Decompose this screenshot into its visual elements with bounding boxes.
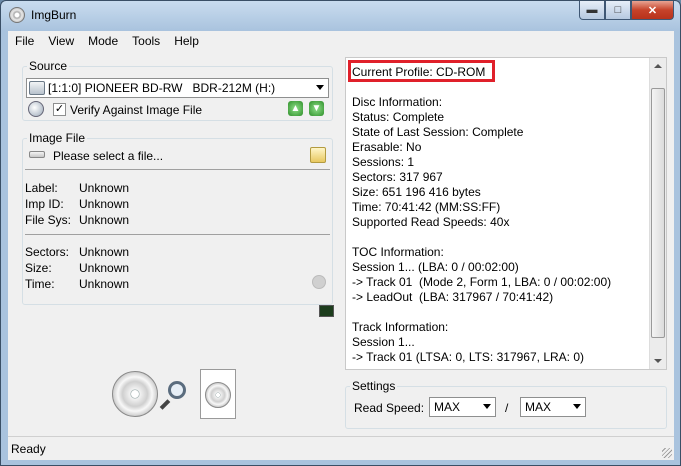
read-speed-label: Read Speed:: [354, 401, 425, 415]
chevron-down-icon: [483, 404, 491, 409]
info-line: Session 1...: [352, 335, 415, 349]
impid-field-value: Unknown: [79, 197, 130, 211]
source-legend: Source: [29, 59, 68, 73]
window-title: ImgBurn: [31, 8, 77, 22]
imgburn-app-icon: [9, 7, 25, 23]
source-drive-select[interactable]: [1:1:0] PIONEER BD-RW BDR-212M (H:): [26, 78, 329, 98]
info-line: Disc Information:: [352, 95, 443, 109]
chevron-down-icon: [316, 85, 324, 90]
filesys-field-label: File Sys:: [25, 213, 72, 227]
divider: [25, 169, 330, 170]
info-line: Sectors: 317 967: [352, 170, 443, 184]
file-disc-icon: [205, 382, 231, 408]
maximize-icon: □: [614, 4, 622, 16]
filesys-field-value: Unknown: [79, 213, 130, 227]
close-button[interactable]: ✕: [631, 1, 674, 20]
current-profile-text: Current Profile: CD-ROM: [352, 65, 486, 79]
magnifier-handle: [159, 399, 171, 410]
menu-bar: File View Mode Tools Help: [8, 31, 674, 51]
image-file-legend: Image File: [29, 131, 86, 145]
size-field-label: Size:: [25, 261, 52, 275]
sectors-field-value: Unknown: [79, 245, 130, 259]
menu-help[interactable]: Help: [167, 34, 206, 48]
drive-icon: [29, 81, 45, 95]
read-speed-1-value: MAX: [434, 400, 461, 414]
scroll-thumb[interactable]: [651, 88, 665, 338]
disc-icon: [112, 371, 158, 417]
read-button[interactable]: [112, 369, 240, 419]
file-drive-icon: [29, 151, 45, 158]
imgburn-window: ImgBurn ▬ □ ✕ File View Mode Tools Help …: [0, 0, 681, 466]
minimize-button[interactable]: ▬: [579, 1, 605, 20]
main-client-area: Source [1:1:0] PIONEER BD-RW BDR-212M (H…: [8, 51, 674, 436]
scroll-down-icon[interactable]: [654, 359, 662, 363]
disc-info-panel[interactable]: Current Profile: CD-ROM Disc Information:…: [345, 57, 667, 370]
label-field-value: Unknown: [79, 181, 130, 195]
verify-checkbox[interactable]: ✓: [53, 103, 66, 116]
info-line: Time: 70:41:42 (MM:SS:FF): [352, 200, 501, 214]
file-placeholder[interactable]: Please select a file...: [53, 149, 163, 163]
info-line: State of Last Session: Complete: [352, 125, 524, 139]
scroll-up-icon[interactable]: [654, 64, 662, 68]
sectors-field-label: Sectors:: [25, 245, 70, 259]
info-line: -> LeadOut (LBA: 317967 / 70:41:42): [352, 290, 554, 304]
close-icon: ✕: [647, 4, 658, 17]
minimize-icon: ▬: [586, 4, 598, 16]
load-down-icon[interactable]: ▼: [309, 101, 324, 116]
info-line: Sessions: 1: [352, 155, 415, 169]
status-bar: Ready: [8, 436, 674, 460]
info-line: Size: 651 196 416 bytes: [352, 185, 481, 199]
size-field-value: Unknown: [79, 261, 130, 275]
browse-file-icon[interactable]: [310, 147, 326, 163]
read-speed-select-1[interactable]: MAX: [429, 397, 496, 417]
info-line: Erasable: No: [352, 140, 422, 154]
resize-grip-icon[interactable]: [662, 448, 672, 458]
info-line: -> Track 01 (Mode 2, Form 1, LBA: 0 / 00…: [352, 275, 612, 289]
label-field-label: Label:: [25, 181, 58, 195]
image-file-icon: [200, 369, 236, 419]
maximize-button[interactable]: □: [605, 1, 631, 20]
settings-legend: Settings: [352, 379, 396, 393]
menu-tools[interactable]: Tools: [125, 34, 167, 48]
menu-view[interactable]: View: [41, 34, 81, 48]
info-line: Status: Complete: [352, 110, 445, 124]
read-speed-select-2[interactable]: MAX: [520, 397, 586, 417]
source-drive-value: [1:1:0] PIONEER BD-RW BDR-212M (H:): [48, 81, 276, 95]
log-window-icon[interactable]: [319, 305, 334, 317]
read-speed-2-value: MAX: [525, 400, 552, 414]
divider: [25, 234, 330, 235]
verify-label: Verify Against Image File: [70, 103, 203, 117]
status-text: Ready: [11, 441, 46, 456]
speed-separator: /: [505, 401, 509, 415]
eject-up-icon[interactable]: ▲: [288, 101, 303, 116]
impid-field-label: Imp ID:: [25, 197, 64, 211]
time-field-label: Time:: [25, 277, 55, 291]
info-line: Session 1... (LBA: 0 / 00:02:00): [352, 260, 519, 274]
time-field-value: Unknown: [79, 277, 130, 291]
title-bar[interactable]: ImgBurn ▬ □ ✕: [1, 1, 680, 31]
menu-file[interactable]: File: [8, 34, 41, 48]
info-line: TOC Information:: [352, 245, 444, 259]
drive-info-icon[interactable]: [28, 101, 44, 117]
info-line: Track Information:: [352, 320, 449, 334]
info-line: -> Track 01 (LTSA: 0, LTS: 317967, LRA: …: [352, 350, 584, 364]
magnifier-icon: [168, 381, 186, 399]
info-disabled-icon: [312, 275, 326, 289]
info-scrollbar[interactable]: [649, 58, 666, 369]
info-line: Supported Read Speeds: 40x: [352, 215, 510, 229]
menu-mode[interactable]: Mode: [81, 34, 125, 48]
chevron-down-icon: [573, 404, 581, 409]
